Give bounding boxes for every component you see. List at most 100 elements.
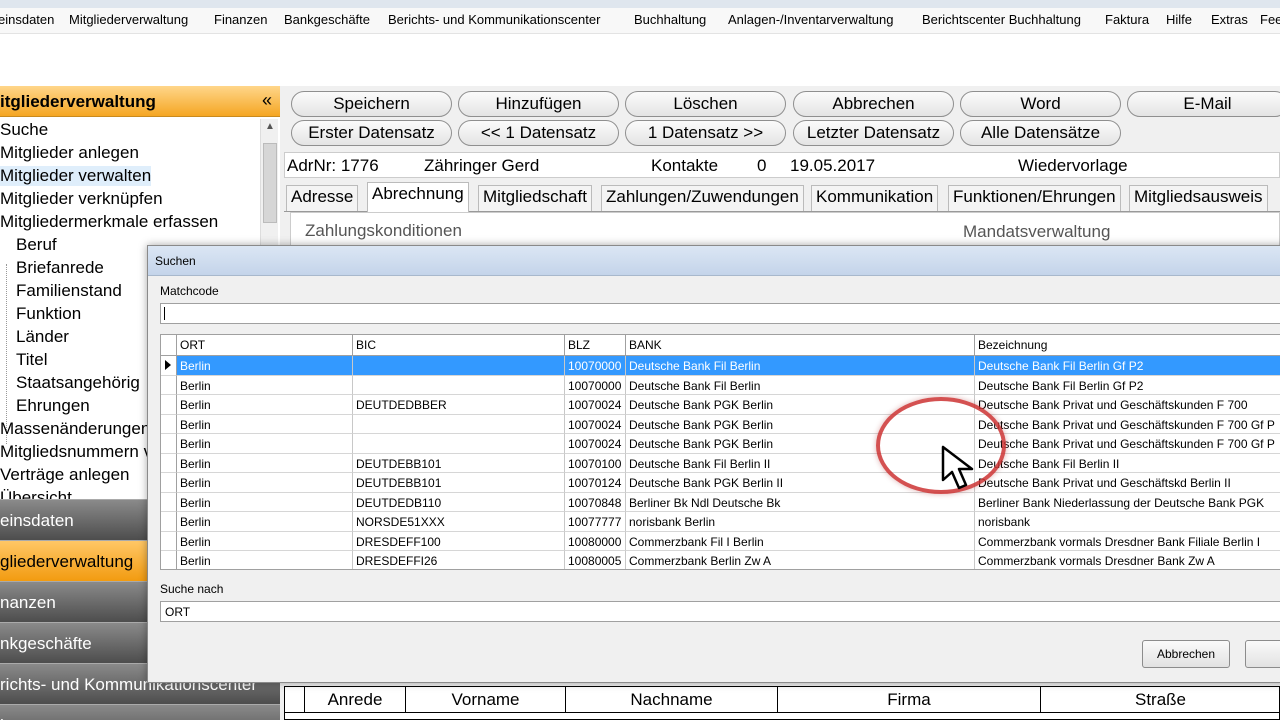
dialog-ok-button[interactable]	[1245, 640, 1280, 668]
table-cell	[353, 356, 565, 376]
table-row[interactable]: Berlin 10070000 Deutsche Bank Fil Berlin De…	[177, 375, 1280, 395]
email-button[interactable]: E-Mail	[1127, 91, 1280, 117]
first-record-button[interactable]: Erster Datensatz	[291, 120, 452, 146]
row-header[interactable]	[161, 551, 177, 569]
column-header-bic[interactable]: BIC	[353, 335, 565, 356]
row-header[interactable]	[161, 512, 177, 532]
save-button[interactable]: Speichern	[291, 91, 452, 117]
menu-anlagenverwaltung[interactable]: Anlagen-/Inventarverwaltung	[728, 12, 894, 27]
tree-item-mitgliedsnummern[interactable]: Mitgliedsnummern v	[0, 442, 152, 462]
menu-berichtscenter[interactable]: Berichts- und Kommunikationscenter	[388, 12, 600, 27]
nav-buchhaltung[interactable]: h	[0, 704, 280, 720]
column-header-firma[interactable]: Firma	[778, 687, 1041, 713]
menu-mitgliederverwaltung[interactable]: Mitgliederverwaltung	[69, 12, 188, 27]
scrollbar-thumb[interactable]	[263, 143, 277, 223]
tree-item-titel[interactable]: Titel	[16, 350, 48, 370]
table-row[interactable]: Berlin DRESDEFF100 10080000 Commerzbank Fil…	[177, 531, 1280, 551]
search-by-select[interactable]: ORT	[160, 601, 1280, 622]
column-header-vorname[interactable]: Vorname	[406, 687, 566, 713]
menu-vereinsdaten[interactable]: einsdaten	[0, 12, 54, 27]
table-cell: Deutsche Bank Privat und Geschäftskunden…	[975, 395, 1280, 415]
column-header-strasse[interactable]: Straße	[1041, 687, 1280, 713]
delete-button[interactable]: Löschen	[625, 91, 786, 117]
row-header[interactable]	[161, 356, 177, 376]
cancel-button[interactable]: Abbrechen	[793, 91, 954, 117]
tree-item-suche[interactable]: Suche	[0, 120, 48, 140]
tree-item-beruf[interactable]: Beruf	[16, 235, 57, 255]
table-cell: Berlin	[177, 531, 353, 551]
table-row[interactable]: Berlin DRESDEFFI26 10080005 Commerzbank Ber…	[177, 551, 1280, 569]
matchcode-label: Matchcode	[160, 284, 219, 298]
menu-buchhaltung[interactable]: Buchhaltung	[634, 12, 706, 27]
tree-item-briefanrede[interactable]: Briefanrede	[16, 258, 104, 278]
tree-item-mitgliedermerkmale[interactable]: Mitgliedermerkmale erfassen	[0, 212, 218, 232]
last-record-button[interactable]: Letzter Datensatz	[793, 120, 954, 146]
tree-item-massenaenderungen[interactable]: Massenänderungen	[0, 419, 150, 439]
column-header-bank[interactable]: BANK	[626, 335, 975, 356]
tab-zahlungen[interactable]: Zahlungen/Zuwendungen	[601, 185, 804, 211]
tab-funktionen[interactable]: Funktionen/Ehrungen	[948, 185, 1121, 211]
tab-adresse[interactable]: Adresse	[286, 185, 359, 211]
tab-abrechnung[interactable]: Abrechnung	[367, 182, 469, 212]
word-button[interactable]: Word	[960, 91, 1121, 117]
row-header[interactable]	[161, 492, 177, 512]
table-cell: Commerzbank Fil I Berlin	[626, 531, 975, 551]
next-record-button[interactable]: 1 Datensatz >>	[625, 120, 786, 146]
table-row[interactable]: Berlin 10070024 Deutsche Bank PGK Berlin De…	[177, 434, 1280, 454]
matchcode-input[interactable]	[160, 303, 1280, 324]
menu-fenster[interactable]: Fee	[1260, 12, 1280, 27]
menu-extras[interactable]: Extras	[1211, 12, 1248, 27]
tree-item-ehrungen[interactable]: Ehrungen	[16, 396, 90, 416]
bank-results-grid: ORT BIC BLZ BANK Bezeichnung Berlin 10070…	[160, 334, 1280, 570]
table-cell: Deutsche Bank Fil Berlin II	[975, 454, 1280, 473]
tree-item-familienstand[interactable]: Familienstand	[16, 281, 122, 301]
table-row[interactable]: Berlin 10070024 Deutsche Bank PGK Berlin De…	[177, 414, 1280, 434]
tree-item-mitglieder-verwalten[interactable]: Mitglieder verwalten	[0, 166, 152, 186]
collapse-icon[interactable]: «	[262, 90, 272, 111]
all-records-button[interactable]: Alle Datensätze	[960, 120, 1121, 146]
menu-bankgeschaefte[interactable]: Bankgeschäfte	[284, 12, 370, 27]
table-row[interactable]: Berlin DEUTDEBB101 10070124 Deutsche Bank P…	[177, 473, 1280, 493]
row-header[interactable]	[161, 414, 177, 434]
table-row[interactable]: Berlin 10070000 Deutsche Bank Fil Berlin De…	[177, 356, 1280, 376]
previous-record-button[interactable]: << 1 Datensatz	[458, 120, 619, 146]
menu-berichtscenter-buchhaltung[interactable]: Berichtscenter Buchhaltung	[922, 12, 1081, 27]
scroll-up-icon[interactable]: ▲	[265, 121, 275, 132]
row-header[interactable]	[161, 473, 177, 493]
tree-item-vertraege-anlegen[interactable]: Verträge anlegen	[0, 465, 130, 485]
column-header-anrede[interactable]: Anrede	[305, 687, 406, 713]
column-header-bezeichnung[interactable]: Bezeichnung	[975, 335, 1280, 356]
menu-finanzen[interactable]: Finanzen	[214, 12, 267, 27]
menu-hilfe[interactable]: Hilfe	[1166, 12, 1192, 27]
row-header[interactable]	[161, 453, 177, 473]
tree-item-funktion[interactable]: Funktion	[16, 304, 81, 324]
tree-item-uebersicht[interactable]: Übersicht	[0, 488, 72, 499]
row-header[interactable]	[161, 531, 177, 551]
record-info-bar: AdrNr: 1776 Zähringer Gerd Kontakte 0 19…	[284, 152, 1280, 178]
dialog-cancel-button[interactable]: Abbrechen	[1142, 640, 1230, 668]
search-by-value: ORT	[165, 605, 191, 619]
menu-faktura[interactable]: Faktura	[1105, 12, 1149, 27]
table-row[interactable]: Berlin NORSDE51XXX 10077777 norisbank Berli…	[177, 512, 1280, 532]
table-row[interactable]: Berlin DEUTDEBB101 10070100 Deutsche Bank F…	[177, 453, 1280, 473]
column-header-ort[interactable]: ORT	[177, 335, 353, 356]
table-row[interactable]: Berlin DEUTDEDB110 10070848 Berliner Bk Ndl…	[177, 492, 1280, 512]
column-header-nachname[interactable]: Nachname	[566, 687, 778, 713]
tree-item-mitglieder-verknuepfen[interactable]: Mitglieder verknüpfen	[0, 189, 163, 209]
tab-kommunikation[interactable]: Kommunikation	[811, 185, 939, 211]
add-button[interactable]: Hinzufügen	[458, 91, 619, 117]
column-header-blz[interactable]: BLZ	[565, 335, 626, 356]
tree-item-mitglieder-anlegen[interactable]: Mitglieder anlegen	[0, 143, 139, 163]
table-row[interactable]: Berlin DEUTDEDBBER 10070024 Deutsche Bank P…	[177, 395, 1280, 415]
mouse-pointer-icon	[941, 445, 974, 490]
tab-mitgliedsausweis[interactable]: Mitgliedsausweis	[1129, 185, 1268, 211]
tab-mitgliedschaft[interactable]: Mitgliedschaft	[478, 185, 592, 211]
row-header[interactable]	[161, 395, 177, 415]
dialog-title-bar[interactable]: Suchen	[148, 246, 1280, 276]
table-cell: Berlin	[177, 453, 353, 473]
sidebar-title: itgliederverwaltung	[0, 92, 156, 111]
tree-item-laender[interactable]: Länder	[16, 327, 69, 347]
row-header[interactable]	[161, 375, 177, 395]
tree-item-staatsangehoerig[interactable]: Staatsangehörig	[16, 373, 140, 393]
row-header[interactable]	[161, 434, 177, 454]
